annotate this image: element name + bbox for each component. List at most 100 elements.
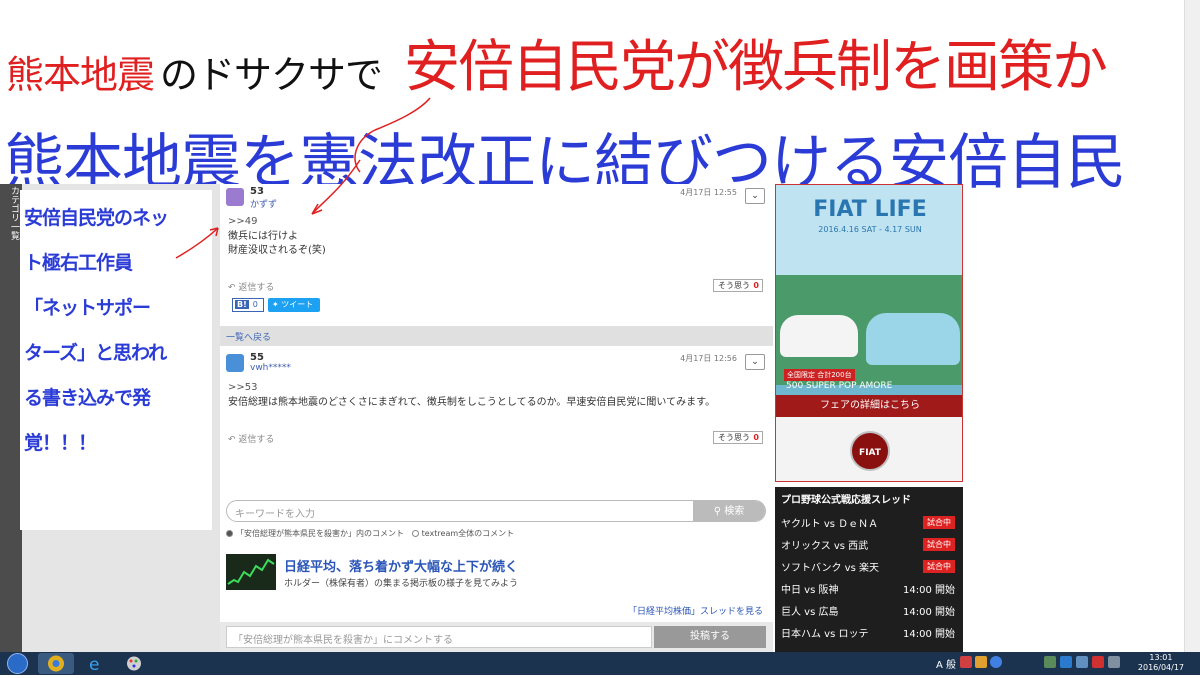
reply-icon: ↶	[228, 435, 236, 445]
radio-thread-label[interactable]: 「安倍総理が熊本県民を殺害か」内のコメント	[236, 529, 404, 538]
category-sidebar[interactable]	[0, 184, 22, 652]
tweet-label: ツイート	[281, 300, 314, 309]
nikkei-title-link[interactable]: 日経平均、落ち着かず大幅な上下が続く	[284, 556, 518, 575]
agree-button[interactable]: そう思う 0	[713, 431, 763, 444]
start-button[interactable]	[0, 652, 36, 675]
comment-date: 4月17日 12:55	[680, 188, 737, 197]
comment-number: 55	[250, 352, 264, 363]
reply-icon: ↶	[228, 283, 236, 293]
ime-indicator[interactable]: A 般	[936, 656, 956, 671]
comment-body: 徴兵には行けよ	[228, 231, 298, 242]
game-row[interactable]: オリックス vs 西武 試合中	[781, 535, 959, 553]
back-to-list-bar: 一覧へ戻る	[220, 326, 773, 346]
comment-reply-ref[interactable]: >>49	[228, 216, 257, 227]
radio-thread-scope[interactable]	[226, 530, 233, 537]
agree-count: 0	[753, 281, 759, 290]
paint-icon	[127, 656, 141, 671]
network-icon[interactable]	[1076, 656, 1088, 668]
game-row[interactable]: ソフトバンク vs 楽天 試合中	[781, 557, 959, 575]
bookmark-count: 0	[252, 300, 258, 309]
twitter-icon: ✦	[272, 300, 279, 309]
game-teams: ヤクルト vs ＤｅＮＡ	[781, 519, 879, 530]
comment-date: 4月17日 12:56	[680, 354, 737, 363]
svg-text:e: e	[89, 655, 99, 674]
annotation-line: ターズ」と思われ	[24, 342, 167, 364]
speaker-icon[interactable]	[1108, 656, 1120, 668]
fiat-ad[interactable]: FIAT LIFE 2016.4.16 SAT - 4.17 SUN 全国限定 …	[775, 184, 963, 482]
radio-all-label[interactable]: textream全体のコメント	[422, 529, 515, 538]
annotation-line: 安倍自民党のネッ	[24, 207, 169, 229]
game-teams: ソフトバンク vs 楽天	[781, 563, 879, 574]
chrome-taskbar-button[interactable]	[38, 653, 74, 674]
nikkei-chart-thumbnail[interactable]	[226, 554, 276, 590]
search-scope: 「安倍総理が熊本県民を殺害か」内のコメント textream全体のコメント	[226, 528, 514, 539]
game-status: 14:00 開始	[903, 607, 955, 618]
avatar[interactable]	[226, 354, 244, 372]
search-input[interactable]: キーワードを入力	[235, 505, 315, 520]
annotation-line: ト極右工作員	[24, 252, 133, 274]
category-sidebar-label[interactable]: カテゴリ一覧	[3, 186, 19, 240]
comment-menu-button[interactable]: ⌄	[745, 354, 765, 370]
reply-label: 返信する	[238, 283, 275, 293]
ad-model: 500 SUPER POP AMORE	[786, 381, 893, 391]
agree-label: そう思う	[718, 281, 750, 290]
agree-count: 0	[753, 433, 759, 442]
game-row[interactable]: 中日 vs 阪神 14:00 開始	[781, 579, 959, 597]
radio-all-scope[interactable]	[411, 530, 419, 537]
clock-date: 2016/04/17	[1137, 663, 1184, 672]
reply-button[interactable]: ↶ 返信する	[228, 432, 274, 445]
tray-app-icon[interactable]	[1044, 656, 1056, 668]
blue-car-image	[866, 313, 960, 365]
nikkei-thread-link[interactable]: 「日経平均株価」スレッドを見る	[628, 604, 763, 617]
game-row[interactable]: 巨人 vs 広島 14:00 開始	[781, 601, 959, 619]
annotation-line: 「ネットサポー	[24, 297, 151, 319]
help-icon[interactable]	[990, 656, 1002, 668]
annotation-line: 覚！！！	[24, 432, 97, 454]
game-status: 試合中	[923, 516, 955, 529]
agree-button[interactable]: そう思う 0	[713, 279, 763, 292]
game-row[interactable]: ヤクルト vs ＤｅＮＡ 試合中	[781, 513, 959, 531]
comment-author[interactable]: vwh*****	[250, 363, 291, 373]
headline-top: 熊本地震 のドサクサで 安倍自民党が徴兵制を画策か	[0, 0, 1200, 100]
flag-icon[interactable]	[1092, 656, 1104, 668]
internet-explorer-icon: e	[89, 655, 99, 675]
ad-limited: 全国限定 合計200台	[784, 369, 855, 381]
hatena-icon: B!	[235, 300, 249, 309]
annotation-line: る書き込みで発	[24, 387, 151, 409]
baseball-title[interactable]: プロ野球公式戦応援スレッド	[781, 491, 911, 506]
game-teams: 日本ハム vs ロッテ	[781, 629, 869, 640]
stock-chart-icon	[227, 558, 275, 585]
game-row[interactable]: 日本ハム vs ロッテ 14:00 開始	[781, 623, 959, 641]
comment-reply-ref[interactable]: >>53	[228, 382, 257, 393]
shield-icon[interactable]	[1060, 656, 1072, 668]
reply-button[interactable]: ↶ 返信する	[228, 280, 274, 293]
clock-time: 13:01	[1149, 653, 1173, 662]
game-status: 14:00 開始	[903, 629, 955, 640]
paint-taskbar-button[interactable]	[116, 653, 152, 674]
game-status: 試合中	[923, 538, 955, 551]
tray-app-icon[interactable]	[975, 656, 987, 668]
avatar[interactable]	[226, 188, 244, 206]
ie-taskbar-button[interactable]: e	[78, 653, 114, 675]
post-button[interactable]: 投稿する	[654, 626, 766, 648]
game-teams: 巨人 vs 広島	[781, 607, 839, 618]
headline-second: 熊本地震を憲法改正に結びつける安倍自民	[0, 104, 1162, 198]
comment-composer: 「安倍総理が熊本県民を殺害か」にコメントする 投稿する	[220, 622, 773, 652]
chrome-icon	[48, 655, 64, 672]
keyword-search: キーワードを入力 ⚲ 検索	[226, 500, 766, 522]
headline-part-red-small: 熊本地震	[6, 53, 155, 97]
search-button[interactable]: ⚲ 検索	[693, 501, 765, 521]
baseball-widget: プロ野球公式戦応援スレッド ヤクルト vs ＤｅＮＡ 試合中 オリックス vs 西…	[775, 487, 963, 652]
tweet-button[interactable]: ✦ ツイート	[268, 298, 320, 312]
ad-cta-button[interactable]: フェアの詳細はこちら	[776, 395, 962, 417]
reply-label: 返信する	[238, 435, 275, 445]
tray-app-icon[interactable]	[960, 656, 972, 668]
ad-title: FIAT LIFE	[813, 197, 927, 222]
taskbar-clock[interactable]: 13:01 2016/04/17	[1138, 653, 1184, 673]
back-to-list-link[interactable]: 一覧へ戻る	[226, 330, 271, 343]
comment-input[interactable]: 「安倍総理が熊本県民を殺害か」にコメントする	[226, 626, 652, 648]
hatena-bookmark-button[interactable]: B! 0	[232, 298, 264, 312]
comment-menu-button[interactable]: ⌄	[745, 188, 765, 204]
page-scrollbar[interactable]	[1184, 0, 1200, 652]
comment-author[interactable]: かずず	[250, 197, 277, 210]
